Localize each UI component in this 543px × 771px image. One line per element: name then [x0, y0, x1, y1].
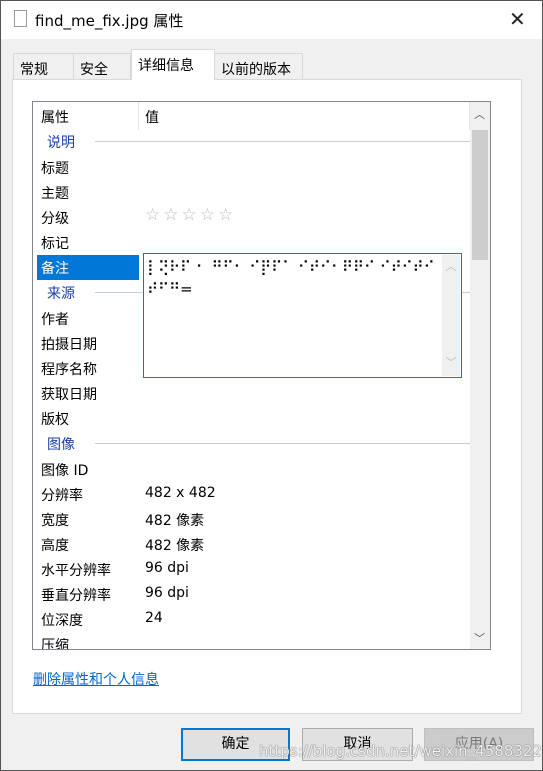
list-scrollbar[interactable]: ︿ ﹀ — [470, 102, 490, 649]
window-title: find_me_fix.jpg 属性 — [35, 12, 184, 30]
list-item[interactable]: 获取日期 — [33, 381, 470, 406]
property-name: 垂直分辨率 — [41, 588, 111, 604]
property-value: 482 x 482 — [145, 485, 216, 501]
list-item[interactable]: 分级 ☆☆☆☆☆ — [33, 205, 470, 230]
scroll-up-icon[interactable]: ︿ — [442, 258, 460, 274]
group-header: 图像 — [33, 431, 470, 456]
property-value: 96 dpi — [145, 585, 189, 601]
property-name: 标题 — [41, 161, 69, 177]
list-item[interactable]: 标题 — [33, 155, 470, 180]
property-value: 482 像素 — [145, 513, 205, 529]
list-item[interactable]: 分辨率 482 x 482 — [33, 482, 470, 507]
list-item[interactable]: 图像 ID — [33, 457, 470, 482]
list-item[interactable]: 垂直分辨率 96 dpi — [33, 582, 470, 607]
header-property[interactable]: 属性 — [41, 107, 69, 127]
file-icon — [14, 10, 27, 27]
property-name: 说明 — [47, 135, 75, 151]
property-value: 482 像素 — [145, 538, 205, 554]
list-item[interactable]: 版权 — [33, 406, 470, 431]
property-name: 图像 ID — [41, 463, 89, 479]
list-item[interactable]: 高度 482 像素 — [33, 532, 470, 557]
scroll-down-icon[interactable]: ﹀ — [474, 630, 485, 646]
rating-stars[interactable]: ☆☆☆☆☆ — [145, 205, 236, 225]
property-name: 程序名称 — [41, 362, 97, 378]
property-name: 主题 — [41, 186, 69, 202]
property-name: 分级 — [41, 211, 69, 227]
property-name: 拍摄日期 — [41, 337, 97, 353]
scroll-down-icon[interactable]: ﹀ — [442, 354, 460, 370]
group-divider — [95, 141, 470, 142]
group-header: 说明 — [33, 129, 470, 154]
property-name: 压缩 — [41, 638, 69, 650]
property-value: 96 dpi — [145, 560, 189, 576]
comment-editor[interactable]: ⡇⢝⠗⠏ ⠂ ⠛⠋⠂ ⠊⡟⠏⠁ ⠊⠞⠊⠂⠟⠟⠊ ⠊⠞⠊⠞⠊⠞⠋⠛= ︿ ﹀ — [143, 253, 462, 378]
property-name: 备注 — [41, 261, 69, 277]
header-value[interactable]: 值 — [145, 107, 159, 127]
tab-details[interactable]: 详细信息 — [131, 49, 215, 80]
comment-text[interactable]: ⡇⢝⠗⠏ ⠂ ⠛⠋⠂ ⠊⡟⠏⠁ ⠊⠞⠊⠂⠟⠟⠊ ⠊⠞⠊⠞⠊⠞⠋⠛= — [147, 256, 439, 300]
property-name: 分辨率 — [41, 488, 83, 504]
list-item[interactable]: 标记 — [33, 230, 470, 255]
property-name: 宽度 — [41, 513, 69, 529]
property-name: 标记 — [41, 236, 69, 252]
property-name: 作者 — [41, 312, 69, 328]
scroll-thumb[interactable] — [472, 130, 488, 260]
property-name: 水平分辨率 — [41, 563, 111, 579]
tab-general[interactable]: 常规 — [13, 53, 74, 79]
property-name: 高度 — [41, 538, 69, 554]
property-name: 获取日期 — [41, 387, 97, 403]
list-header: 属性 值 — [33, 102, 470, 130]
close-icon[interactable]: ✕ — [509, 7, 526, 31]
list-item[interactable]: 位深度 24 — [33, 607, 470, 632]
remove-properties-link[interactable]: 删除属性和个人信息 — [33, 669, 159, 689]
property-name: 图像 — [47, 437, 75, 453]
property-name: 版权 — [41, 412, 69, 428]
scroll-up-icon[interactable]: ︿ — [474, 106, 485, 122]
tab-previous-versions[interactable]: 以前的版本 — [214, 53, 303, 79]
property-name: 位深度 — [41, 613, 83, 629]
tab-security[interactable]: 安全 — [73, 53, 131, 79]
list-item[interactable]: 主题 — [33, 180, 470, 205]
property-name: 来源 — [47, 286, 75, 302]
watermark: https://blog.csdn.net/weixin_45883223 — [259, 742, 543, 760]
property-value: 24 — [145, 610, 163, 626]
list-item[interactable]: 压缩 — [33, 632, 470, 650]
group-divider — [95, 443, 470, 444]
list-item[interactable]: 水平分辨率 96 dpi — [33, 557, 470, 582]
editor-scrollbar[interactable]: ︿ ﹀ — [442, 255, 460, 376]
list-item[interactable]: 宽度 482 像素 — [33, 507, 470, 532]
title-bar: find_me_fix.jpg 属性 ✕ — [1, 1, 542, 39]
